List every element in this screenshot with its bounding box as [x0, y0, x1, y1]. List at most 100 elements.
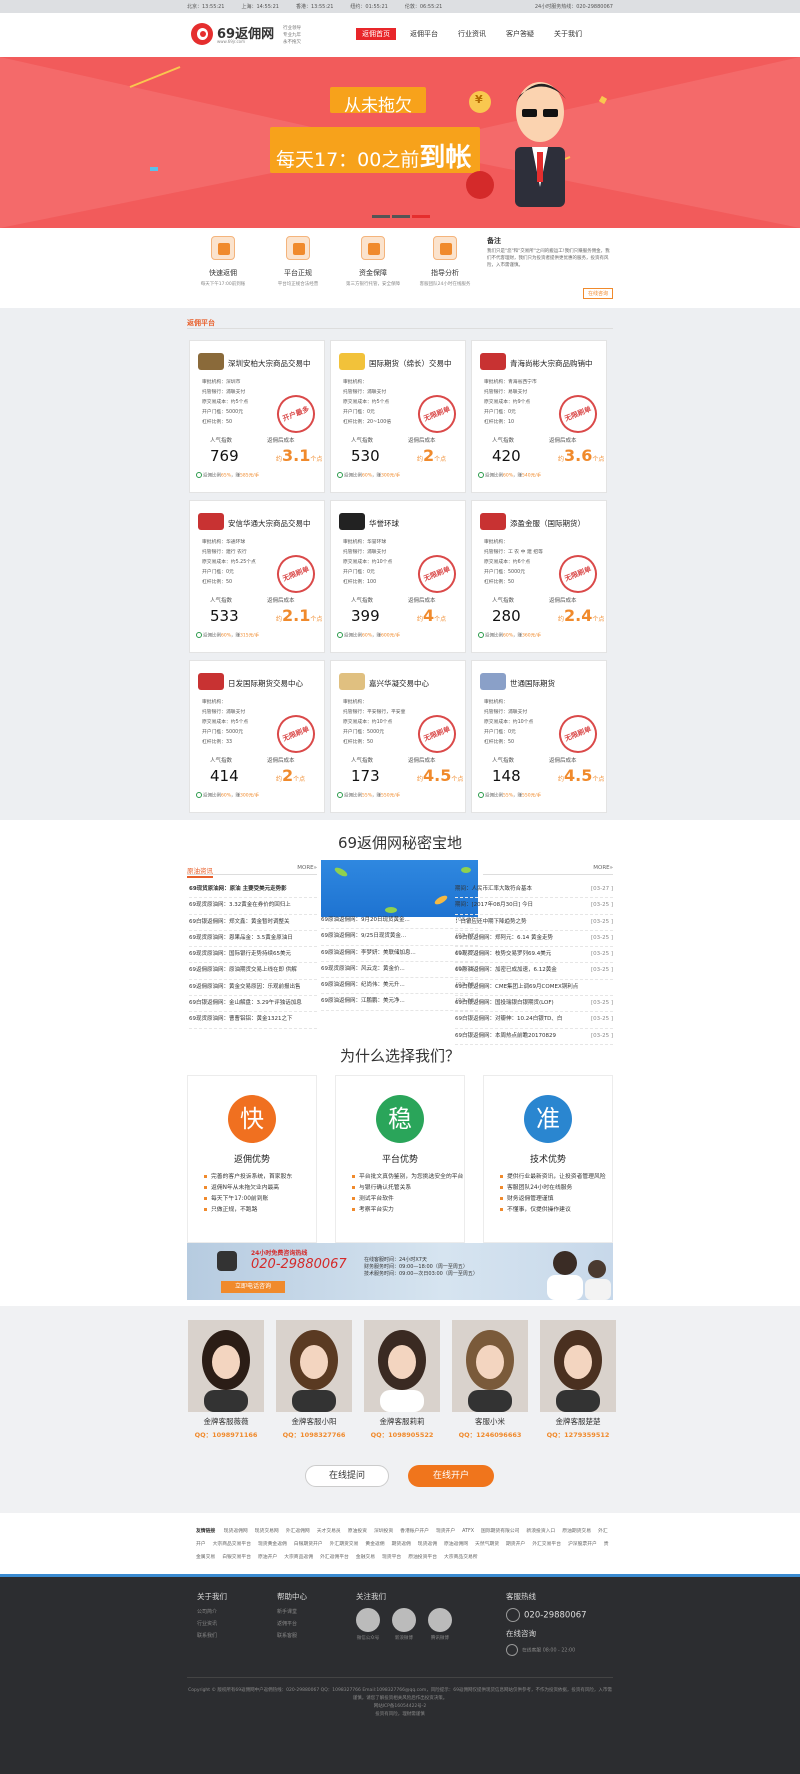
- platform-name[interactable]: 深圳安柏大宗商品交易中: [228, 358, 311, 369]
- friend-link[interactable]: 原油返佣网: [444, 1542, 468, 1547]
- platform-card[interactable]: 华誉环球 审批机构：华誉环球 托管银行：浦联支付 原交易成本：约10个点 开户门槛：0元…: [330, 500, 466, 653]
- news-item[interactable]: 69白银返佣网：CME集团上调69月COMEX铜利点: [455, 980, 613, 997]
- staff-qq[interactable]: QQ：1246096663: [451, 1429, 529, 1439]
- friend-link[interactable]: 期货开户: [506, 1542, 525, 1547]
- news-item[interactable]: 69现货原油网：原油 主要受美元走势影: [189, 882, 317, 899]
- friend-link[interactable]: 天然气期货: [475, 1542, 499, 1547]
- news-item[interactable]: 69白银返佣网：国投瑞银白银期货(LOF) [03-25 ]: [455, 996, 613, 1013]
- news-item[interactable]: ：白银应还中期下降趋势之势 [03-25 ]: [455, 915, 613, 931]
- footer-link[interactable]: 新手课堂: [277, 1606, 307, 1618]
- staff-card[interactable]: 金牌客服薇薇 QQ：1098971166: [187, 1320, 265, 1439]
- friend-link[interactable]: 沪深股票开户: [568, 1542, 597, 1547]
- news-item[interactable]: 期间：[2017年08月30日] 今日 [03-25 ]: [455, 898, 613, 915]
- news-item[interactable]: 期间：人民币汇率大致符合基本 [03-27 ]: [455, 882, 613, 899]
- friend-link[interactable]: 外汇返佣平台: [320, 1555, 349, 1560]
- news-item[interactable]: 69白银返佣网：郑阿元：6.14 黄金走势 [03-25 ]: [455, 931, 613, 948]
- left-more-link[interactable]: MORE»: [297, 865, 317, 871]
- platform-card[interactable]: 日发国际期货交易中心 审批机构： 托管银行：浦联支付 原交易成本：约5个点 开户门槛：5…: [189, 660, 325, 813]
- friend-link[interactable]: 现货返佣网: [224, 1529, 248, 1534]
- feature-regular-platform[interactable]: 平台正规 平台均正规合法经营: [262, 236, 334, 287]
- feature-fast-rebate[interactable]: 快速返佣 每天下午17:00前到账: [187, 236, 259, 287]
- friend-link[interactable]: 白银期货开户: [294, 1542, 323, 1547]
- staff-qq[interactable]: QQ：1098971166: [187, 1429, 265, 1439]
- hero-banner[interactable]: 从未拖欠 每天17：00之前到帐 ¥: [0, 57, 800, 228]
- news-item[interactable]: 69现货原油网：国际银行走势持续65美元: [189, 947, 317, 964]
- friend-link[interactable]: 期货返佣: [392, 1542, 411, 1547]
- staff-qq[interactable]: QQ：1098905522: [363, 1429, 441, 1439]
- news-item[interactable]: 69现货原油网：曹曹铝铝：黄金1321之下: [189, 1012, 317, 1029]
- carousel-dot[interactable]: [392, 215, 410, 218]
- friend-link[interactable]: 外汇交易平台: [532, 1542, 561, 1547]
- nav-faq[interactable]: 客户答疑: [500, 28, 540, 40]
- footer-link[interactable]: 联系我们: [197, 1630, 227, 1642]
- friend-link[interactable]: 外汇返佣网: [286, 1529, 310, 1534]
- news-item[interactable]: 69白银返佣网：郑文鑫：黄金暂时调整关: [189, 915, 317, 931]
- news-item[interactable]: 69现货返佣网：枝势交易罗列69.4美元 [03-25 ]: [455, 947, 613, 964]
- friend-link[interactable]: 黄金返佣: [365, 1542, 384, 1547]
- friend-link[interactable]: 原油开户: [258, 1555, 277, 1560]
- weibo-link[interactable]: 新浪微博: [391, 1608, 416, 1641]
- nav-home[interactable]: 返佣首页: [356, 28, 396, 40]
- friend-link[interactable]: 原油投资: [348, 1529, 367, 1534]
- carousel-dot-active[interactable]: [412, 215, 430, 218]
- feature-fund-safety[interactable]: 资金保障 第三方银行托管，安全保障: [337, 236, 409, 287]
- online-service[interactable]: 在线客服 08:00 - 22:00: [506, 1644, 587, 1656]
- friend-link[interactable]: 白银交易平台: [222, 1555, 251, 1560]
- feature-guidance[interactable]: 指导分析 客服团队24小时在线服务: [409, 236, 481, 287]
- friend-link[interactable]: 原油期货交易: [562, 1529, 591, 1534]
- friend-link[interactable]: 大宗商品返佣: [284, 1555, 313, 1560]
- news-item[interactable]: 69原油返佣网：加密已成加速，6.12黄金 [03-25 ]: [455, 963, 613, 980]
- platform-name[interactable]: 华誉环球: [369, 518, 399, 529]
- footer-link[interactable]: 公司简介: [197, 1606, 227, 1618]
- staff-card[interactable]: 金牌客服小阳 QQ：1098327766: [275, 1320, 353, 1439]
- platform-card[interactable]: 嘉兴华凝交易中心 审批机构： 托管银行：平安银行，平安壹 原交易成本：约10个点 开户门…: [330, 660, 466, 813]
- wechat-link[interactable]: 微信公众号: [356, 1608, 380, 1641]
- nav-platforms[interactable]: 返佣平台: [404, 28, 444, 40]
- platform-name[interactable]: 添盈金服（国际期货）: [510, 518, 585, 529]
- platform-name[interactable]: 嘉兴华凝交易中心: [369, 678, 429, 689]
- footer-link[interactable]: 返佣平台: [277, 1618, 307, 1630]
- friend-link[interactable]: 现货返佣: [418, 1542, 437, 1547]
- news-item[interactable]: 69返佣原油网：原油期货交易上线在即 供解: [189, 963, 317, 980]
- carousel-dot[interactable]: [372, 215, 390, 218]
- staff-qq[interactable]: QQ：1098327766: [275, 1429, 353, 1439]
- news-item[interactable]: 69返佣原油网：黄金交易原因：乐观前报出售: [189, 980, 317, 997]
- news-item[interactable]: 69现货原油网：恩果品金：3.5黄金原油日: [189, 931, 317, 948]
- platform-name[interactable]: 安信华通大宗商品交易中: [228, 518, 311, 529]
- news-item[interactable]: 69现货原油网：3.32黄金在券价的回归上: [189, 898, 317, 915]
- friend-link[interactable]: 现货黄金返佣: [258, 1542, 287, 1547]
- friend-link[interactable]: 现货交易网: [255, 1529, 279, 1534]
- left-news-tab[interactable]: 原油资讯: [187, 865, 213, 878]
- friend-link[interactable]: 深圳投资: [374, 1529, 393, 1534]
- news-item[interactable]: 69白银返佣网：本周热点前瞻20170829 [03-25 ]: [455, 1029, 613, 1045]
- staff-qq[interactable]: QQ：1279359512: [539, 1429, 617, 1439]
- open-account-button[interactable]: 在线开户: [408, 1465, 494, 1487]
- platform-card[interactable]: 安信华通大宗商品交易中 审批机构：华通环球 托管银行：建行 农行 原交易成本：约5.2…: [189, 500, 325, 653]
- staff-card[interactable]: 金牌客服莉莉 QQ：1098905522: [363, 1320, 441, 1439]
- staff-card[interactable]: 金牌客服楚楚 QQ：1279359512: [539, 1320, 617, 1439]
- nav-about[interactable]: 关于我们: [548, 28, 588, 40]
- news-item[interactable]: 69白银返佣网：金山解盘：3.29午评独话加息: [189, 996, 317, 1013]
- platform-card[interactable]: 添盈金服（国际期货） 审批机构： 托管银行：工 农 中 建 招等 原交易成本：约6个点…: [471, 500, 607, 653]
- footer-link[interactable]: 行业资讯: [197, 1618, 227, 1630]
- friend-link[interactable]: 金融交易: [356, 1555, 375, 1560]
- news-item[interactable]: 69白银返佣网：对瓣伸：10.24白银TD、白 [03-25 ]: [455, 1012, 613, 1029]
- friend-link[interactable]: 现货开户: [436, 1529, 455, 1534]
- staff-card[interactable]: 客服小米 QQ：1246096663: [451, 1320, 529, 1439]
- ask-online-button[interactable]: 在线提问: [305, 1465, 389, 1487]
- friend-link[interactable]: 外汇期货交易: [330, 1542, 359, 1547]
- call-now-button[interactable]: 立即电话咨询: [221, 1281, 285, 1293]
- online-consult-button[interactable]: 在线咨询: [582, 288, 613, 299]
- tencent-weibo-link[interactable]: 腾讯微博: [427, 1608, 452, 1641]
- platform-name[interactable]: 国际期货（绵长）交易中: [369, 358, 452, 369]
- friend-link[interactable]: 新浪投资入口: [526, 1529, 555, 1534]
- site-logo[interactable]: 69返佣网 www.69jr.com 行业领导 专业九年 永不拖欠: [191, 23, 301, 45]
- friend-link[interactable]: 大宗商品交易所: [444, 1555, 478, 1560]
- platform-card[interactable]: 国际期货（绵长）交易中 审批机构： 托管银行：浦联支付 原交易成本：约5个点 开户门槛：…: [330, 340, 466, 493]
- friend-link[interactable]: 现货平台: [382, 1555, 401, 1560]
- platform-name[interactable]: 世通国际期货: [510, 678, 555, 689]
- platform-card[interactable]: 世通国际期货 审批机构： 托管银行：浦联支付 原交易成本：约10个点 开户门槛：0元 杠杆…: [471, 660, 607, 813]
- platform-card[interactable]: 深圳安柏大宗商品交易中 审批机构：深圳市 托管银行：浦联支付 原交易成本：约5个点 开户…: [189, 340, 325, 493]
- nav-news[interactable]: 行业资讯: [452, 28, 492, 40]
- friend-link[interactable]: ATFX: [462, 1529, 474, 1534]
